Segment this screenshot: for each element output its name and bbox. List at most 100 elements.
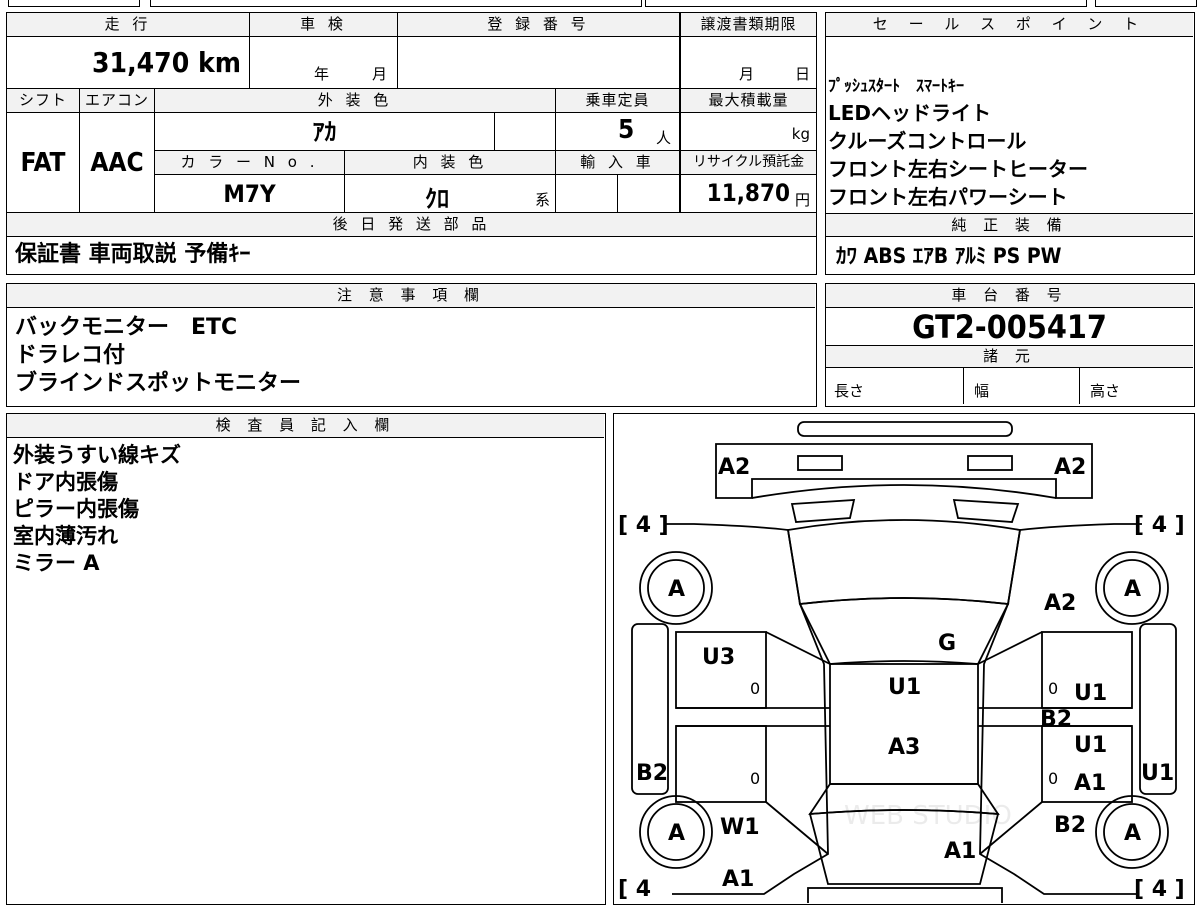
inspector-list: 外装うすい線キズ ドア内張傷 ピラー内張傷 室内薄汚れ ミラー A xyxy=(13,442,593,577)
mark-door-zero-2: 0 xyxy=(750,769,760,788)
max-load-label: 最大積載量 xyxy=(680,89,816,113)
import-label: 輸 入 車 xyxy=(556,151,680,175)
front-outer xyxy=(715,443,1093,499)
mark-pillar-right: B2 xyxy=(1040,707,1072,732)
capacity-unit: 人 xyxy=(656,129,672,147)
transfer-deadline-value: 月 日 xyxy=(680,37,816,89)
recycle-deposit-unit: 円 xyxy=(794,191,810,209)
top-strip-box-4 xyxy=(1095,0,1197,7)
import-value-right xyxy=(618,175,680,213)
top-strip-box-1 xyxy=(8,0,140,7)
chassis-box: 車 台 番 号 GT2-005417 諸 元 長さ 幅 高さ xyxy=(825,283,1195,407)
headlight-right xyxy=(967,455,1013,471)
transfer-day-unit: 日 xyxy=(795,65,811,83)
mark-roof-a3: A3 xyxy=(888,735,920,760)
shaken-label: 車 検 xyxy=(250,13,398,37)
vehicle-diagram-box: WEB STUDIO A2 A2 [ 4 ] [ 4 ] A A A2 G U3… xyxy=(613,413,1195,905)
import-value-left xyxy=(556,175,618,213)
top-strip-box-2 xyxy=(150,0,642,7)
hood xyxy=(786,519,1022,605)
mark-bracket-bl: [ 4 xyxy=(618,877,651,902)
shift-label: シフト xyxy=(7,89,80,113)
interior-color-value-cell: ｸﾛ 系 xyxy=(345,175,556,213)
max-load-value-cell: kg xyxy=(680,113,816,151)
interior-color-suffix: 系 xyxy=(535,191,551,209)
genuine-equipment-label: 純 正 装 備 xyxy=(826,213,1193,237)
door-left-rear-edge xyxy=(765,631,831,855)
sales-point-2: LEDヘッドライト xyxy=(828,101,992,125)
note-line-1: バックモニター ETC xyxy=(15,315,238,340)
mark-door-fr: U1 xyxy=(1074,681,1107,706)
sales-point-5: フロント左右パワーシート xyxy=(828,185,1068,209)
top-strip xyxy=(0,0,1200,8)
basic-info-box: 走 行 車 検 登 録 番 号 譲渡書類期限 31,470 km 年 月 月 日… xyxy=(6,12,817,275)
mark-tire-fr: A xyxy=(1124,577,1141,602)
mark-door-zero-3: 0 xyxy=(1048,679,1058,698)
exterior-color-value: ｱｶ xyxy=(155,113,495,151)
ac-value: AAC xyxy=(80,113,155,213)
length-label: 長さ xyxy=(834,382,865,400)
headlight-left xyxy=(797,455,843,471)
mark-front-left: A2 xyxy=(718,455,750,480)
ac-label: エアコン xyxy=(80,89,155,113)
inspector-line-3: ピラー内張傷 xyxy=(13,497,139,521)
hood-slot-left xyxy=(790,499,856,523)
mark-fender-right: A2 xyxy=(1044,591,1076,616)
length-cell: 長さ xyxy=(826,368,964,404)
mileage-value: 31,470 km xyxy=(7,37,250,89)
mark-bracket-tr: [ 4 ] xyxy=(1134,513,1185,538)
sales-point-4: フロント左右シートヒーター xyxy=(828,157,1088,181)
mark-front-right: A2 xyxy=(1054,455,1086,480)
registration-value xyxy=(398,37,680,89)
rear-bumper-slot xyxy=(807,887,1003,903)
recycle-deposit-value: 11,870 xyxy=(706,179,790,207)
shaken-value: 年 月 xyxy=(250,37,398,89)
note-line-2: ドラレコ付 xyxy=(15,343,126,368)
mark-bracket-br: [ 4 ] xyxy=(1134,877,1185,902)
height-label: 高さ xyxy=(1090,382,1121,400)
mark-rear-left: W1 xyxy=(720,815,760,840)
door-left-rear xyxy=(675,725,767,803)
shaken-month-unit: 月 xyxy=(372,65,388,83)
chassis-number-label: 車 台 番 号 xyxy=(826,284,1193,308)
recycle-deposit-value-cell: 11,870 円 xyxy=(680,175,816,213)
mark-side-right: U1 xyxy=(1141,761,1174,786)
mark-tire-rl: A xyxy=(668,821,685,846)
inspector-box: 検 査 員 記 入 欄 外装うすい線キズ ドア内張傷 ピラー内張傷 室内薄汚れ … xyxy=(6,413,606,905)
chassis-number-value: GT2-005417 xyxy=(826,308,1193,346)
color-no-label: カ ラ ー N o . xyxy=(155,151,345,175)
inspector-line-4: 室内薄汚れ xyxy=(13,524,118,548)
sales-points-box: セ ー ル ス ポ イ ン ト ﾌﾟｯｼｭｽﾀｰﾄ ｽﾏｰﾄｷｰ LEDヘッドラ… xyxy=(825,12,1195,275)
capacity-value: 5 xyxy=(618,115,635,145)
interior-color-label: 内 装 色 xyxy=(345,151,556,175)
mark-door-fl: U3 xyxy=(702,645,735,670)
watermark: WEB STUDIO xyxy=(844,801,1012,831)
vehicle-diagram: WEB STUDIO A2 A2 [ 4 ] [ 4 ] A A A2 G U3… xyxy=(618,421,1185,903)
capacity-value-cell: 5 人 xyxy=(556,113,680,151)
mark-tire-rr: A xyxy=(1124,821,1141,846)
sales-point-3: クルーズコントロール xyxy=(828,129,1027,153)
hood-slot-right xyxy=(952,499,1020,523)
max-load-unit: kg xyxy=(791,125,810,143)
later-parts-label: 後 日 発 送 部 品 xyxy=(7,213,816,237)
later-parts-value: 保証書 車両取説 予備ｷｰ xyxy=(15,242,251,267)
shift-value: FAT xyxy=(7,113,80,213)
notes-label: 注 意 事 項 欄 xyxy=(7,284,815,308)
inspector-label: 検 査 員 記 入 欄 xyxy=(7,414,604,438)
sales-point-1: ﾌﾟｯｼｭｽﾀｰﾄ ｽﾏｰﾄｷｰ xyxy=(828,76,965,95)
mileage-label: 走 行 xyxy=(7,13,250,37)
registration-label: 登 録 番 号 xyxy=(398,13,680,37)
color-no-value: M7Y xyxy=(155,175,345,213)
transfer-month-unit: 月 xyxy=(739,65,755,83)
exterior-color-extra xyxy=(495,113,556,151)
inspector-line-5: ミラー A xyxy=(13,551,100,575)
inspector-line-2: ドア内張傷 xyxy=(13,470,118,494)
top-strip-box-3 xyxy=(645,0,1087,7)
sales-points-list: ﾌﾟｯｼｭｽﾀｰﾄ ｽﾏｰﾄｷｰ LEDヘッドライト クルーズコントロール フロ… xyxy=(828,73,1192,213)
shaken-year-unit: 年 xyxy=(314,65,330,83)
mark-roof-u1: U1 xyxy=(888,675,921,700)
mark-side-left: B2 xyxy=(636,761,668,786)
mark-tire-fl: A xyxy=(668,577,685,602)
inspector-line-1: 外装うすい線キズ xyxy=(13,443,181,467)
notes-box: 注 意 事 項 欄 バックモニター ETC ドラレコ付 ブラインドスポットモニタ… xyxy=(6,283,817,407)
